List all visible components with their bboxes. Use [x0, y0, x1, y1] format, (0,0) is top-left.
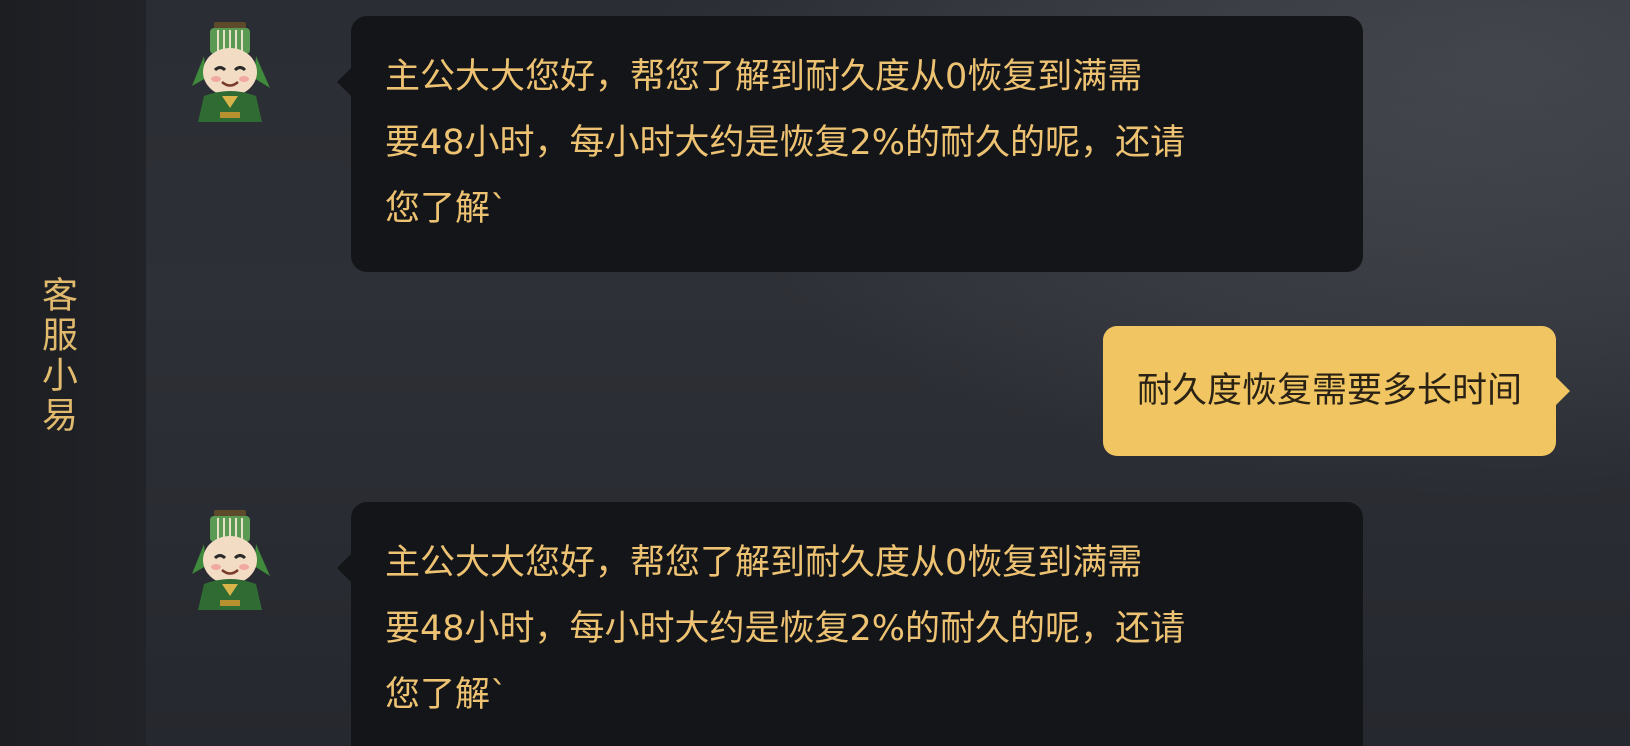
agent-avatar[interactable] — [182, 16, 278, 126]
agent-avatar-icon — [192, 510, 270, 610]
sidebar-title: 客服小易 — [36, 276, 77, 436]
agent-avatar[interactable] — [182, 504, 278, 614]
agent-message-bubble[interactable]: 主公大大您好，帮您了解到耐久度从0恢复到满需 要48小时，每小时大约是恢复2%的… — [337, 502, 1363, 746]
message-text-line: 主公大大您好，帮您了解到耐久度从0恢复到满需 — [385, 543, 1143, 583]
message-text-line: 您了解` — [385, 189, 508, 229]
chat-window: 客服小易 主公大大您好，帮您了解到耐久度从0恢复到满需 要48小时，每小时大约是… — [0, 0, 1630, 746]
message-text-line: 要48小时，每小时大约是恢复2%的耐久的呢，还请 — [385, 123, 1186, 163]
agent-avatar-icon — [192, 22, 270, 122]
sidebar: 客服小易 — [0, 0, 147, 746]
message-text-line: 您了解` — [385, 675, 508, 715]
message-text-line: 主公大大您好，帮您了解到耐久度从0恢复到满需 — [385, 57, 1143, 97]
message-text-line: 要48小时，每小时大约是恢复2%的耐久的呢，还请 — [385, 609, 1186, 649]
user-message-bubble[interactable]: 耐久度恢复需要多长时间 — [1102, 326, 1571, 456]
chat-area[interactable]: 主公大大您好，帮您了解到耐久度从0恢复到满需 要48小时，每小时大约是恢复2%的… — [146, 0, 1630, 746]
agent-message-bubble[interactable]: 主公大大您好，帮您了解到耐久度从0恢复到满需 要48小时，每小时大约是恢复2%的… — [337, 16, 1363, 272]
message-text: 耐久度恢复需要多长时间 — [1136, 371, 1522, 411]
